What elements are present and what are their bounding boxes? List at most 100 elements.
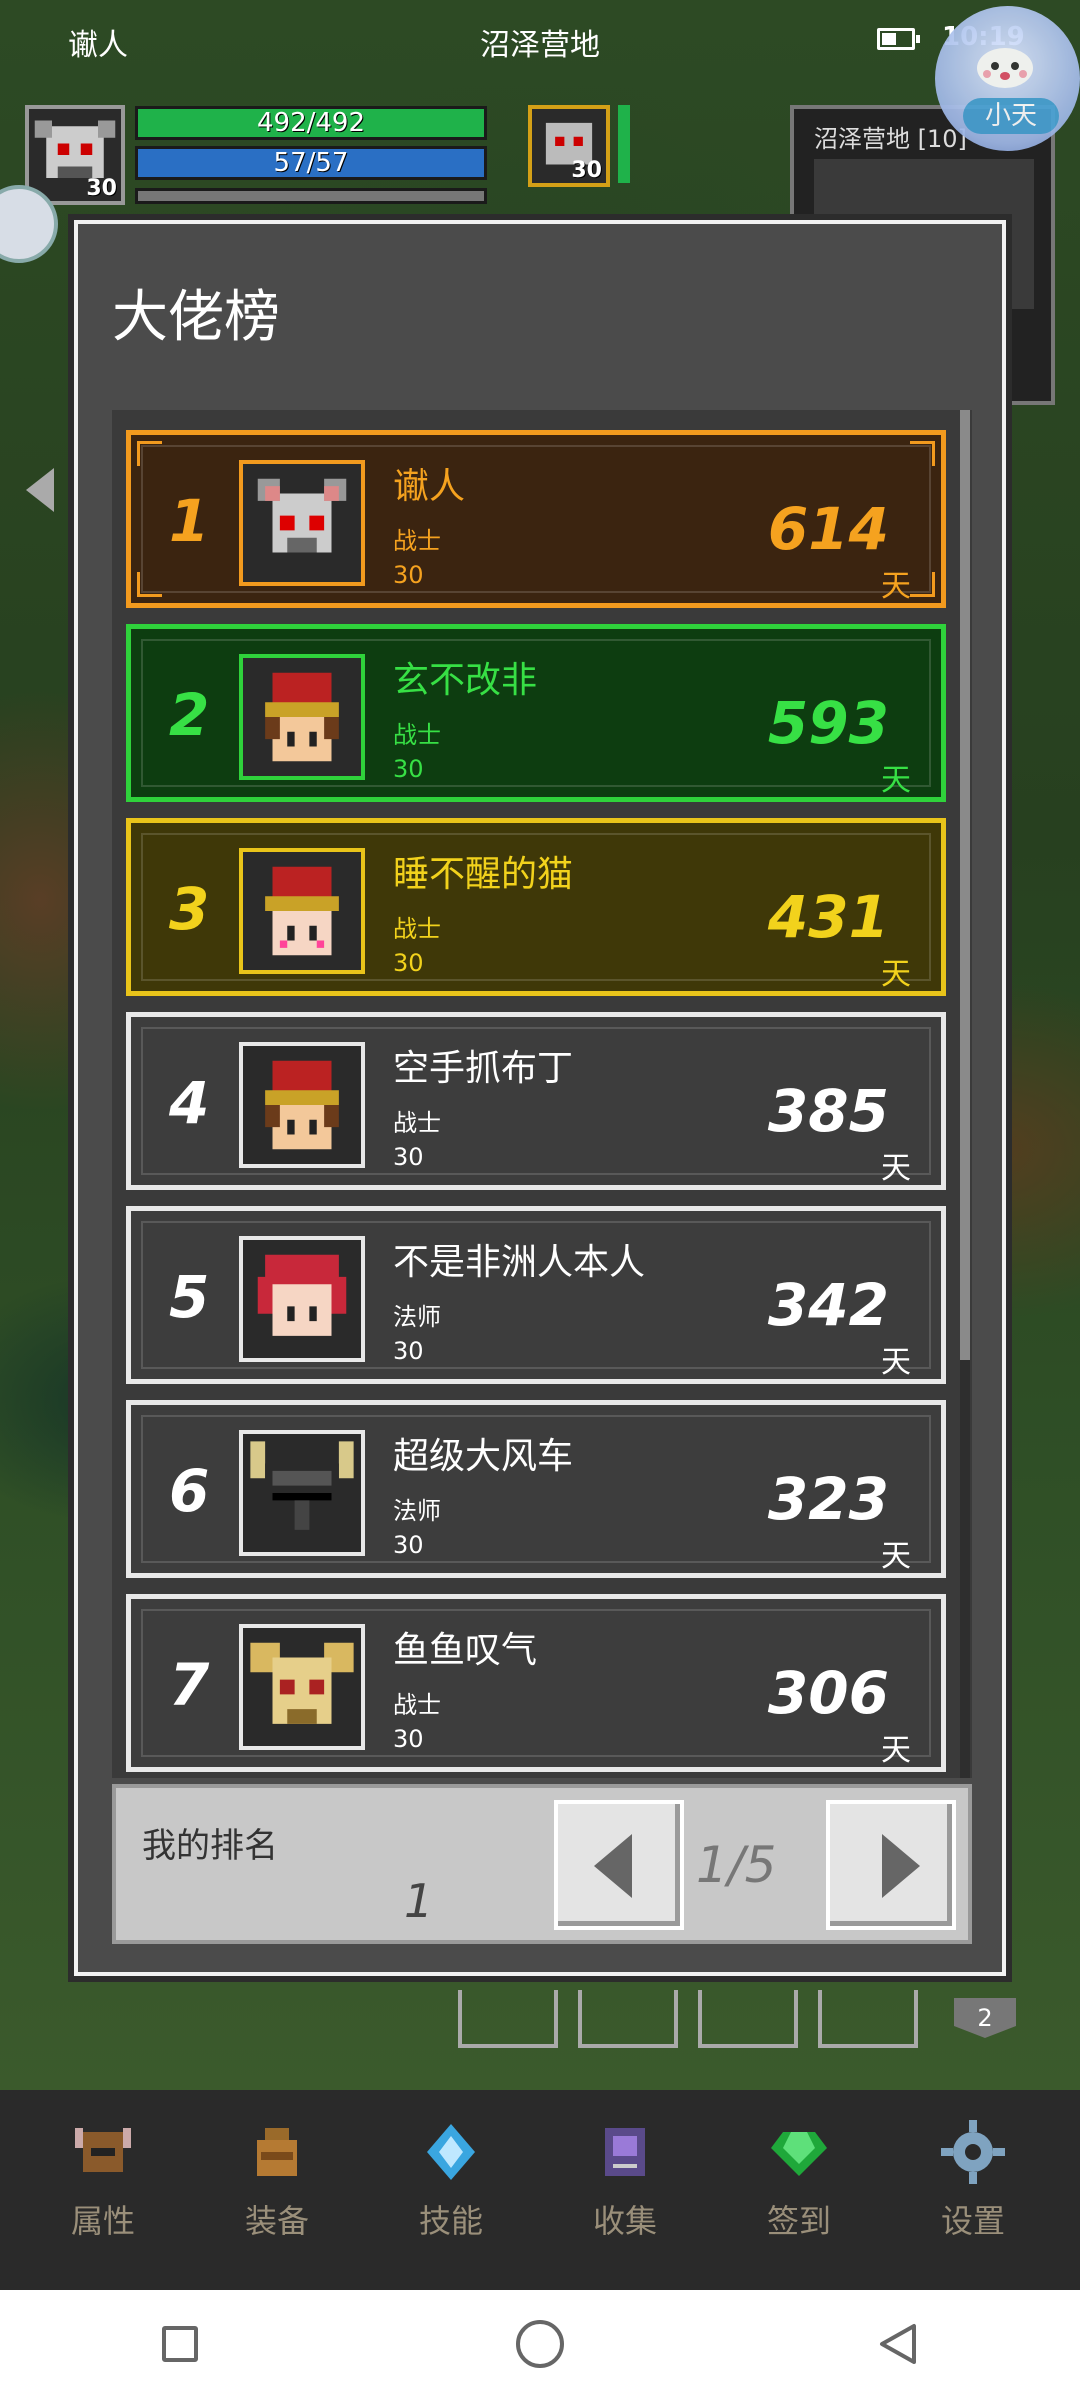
rank-number: 1 bbox=[169, 487, 210, 555]
dialog-title: 大佬榜 bbox=[112, 285, 280, 350]
horned-helmet-avatar-icon bbox=[250, 1441, 354, 1538]
days-count: 342 bbox=[767, 1271, 889, 1339]
player-name: 玄不改非 bbox=[393, 660, 538, 701]
bag-icon bbox=[257, 2128, 297, 2176]
golden-winged-helmet-avatar-icon bbox=[250, 1642, 354, 1724]
arrow-left-icon bbox=[594, 1834, 632, 1898]
nav-skills[interactable]: 技能 bbox=[376, 2120, 526, 2260]
nav-collection[interactable]: 收集 bbox=[550, 2120, 700, 2260]
battery-icon bbox=[877, 28, 920, 50]
player-avatar bbox=[239, 1236, 365, 1362]
leaderboard-row[interactable]: 6 超级大风车 法师 30 323 天 bbox=[126, 1400, 946, 1578]
nav-settings[interactable]: 设置 bbox=[898, 2120, 1048, 2260]
player-name: 睡不醒的猫 bbox=[393, 854, 574, 895]
quickbar-slot[interactable] bbox=[698, 1990, 798, 2048]
rank-number: 4 bbox=[169, 1069, 210, 1137]
next-page-button[interactable] bbox=[826, 1800, 956, 1930]
skill-gem-icon bbox=[427, 2124, 475, 2180]
assistant-face-icon bbox=[977, 48, 1033, 88]
days-count: 385 bbox=[767, 1077, 889, 1145]
xp-bar bbox=[135, 188, 487, 204]
days-count: 323 bbox=[767, 1465, 889, 1533]
player-avatar bbox=[239, 654, 365, 780]
nav-checkin[interactable]: 签到 bbox=[724, 2120, 874, 2260]
player-class: 战士 bbox=[393, 915, 441, 943]
days-unit: 天 bbox=[881, 1539, 911, 1574]
arrow-right-icon bbox=[882, 1834, 920, 1898]
left-arrow-icon[interactable] bbox=[26, 468, 54, 512]
leaderboard-row[interactable]: 3 睡不醒的猫 战士 30 431 天 bbox=[126, 818, 946, 996]
ornament-corner bbox=[137, 572, 162, 597]
nav-label: 技能 bbox=[418, 2202, 483, 2240]
days-unit: 天 bbox=[881, 1345, 911, 1380]
my-rank-label: 我的排名 bbox=[142, 1826, 278, 1866]
quickbar-slot[interactable] bbox=[578, 1990, 678, 2048]
target-hp-bar bbox=[618, 105, 630, 183]
ornament-corner bbox=[137, 441, 162, 466]
leaderboard-row[interactable]: 4 空手抓布丁 战士 30 385 天 bbox=[126, 1012, 946, 1190]
helmet-icon bbox=[75, 2128, 131, 2172]
prev-page-button[interactable] bbox=[554, 1800, 684, 1930]
nav-label: 收集 bbox=[592, 2202, 657, 2240]
days-unit: 天 bbox=[881, 957, 911, 992]
status-bar: 谳人 沼泽营地 10:19 bbox=[0, 0, 1080, 80]
leaderboard-row[interactable]: 5 不是非洲人本人 法师 30 342 天 bbox=[126, 1206, 946, 1384]
player-level: 30 bbox=[393, 1531, 424, 1559]
nav-equipment[interactable]: 装备 bbox=[202, 2120, 352, 2260]
leaderboard-row[interactable]: 7 鱼鱼叹气 战士 30 306 天 bbox=[126, 1594, 946, 1772]
leaderboard-list[interactable]: 1 谳人 战士 30 614 天 2 玄不改非 战士 30 593 天 3 睡不… bbox=[112, 410, 972, 1778]
scroll-thumb[interactable] bbox=[960, 410, 970, 1360]
minimap-label: 沼泽营地 [10] bbox=[814, 125, 967, 153]
player-class: 战士 bbox=[393, 1691, 441, 1719]
my-rank-value: 1 bbox=[404, 1874, 434, 1928]
player-name: 鱼鱼叹气 bbox=[393, 1630, 538, 1671]
nav-label: 属性 bbox=[70, 2202, 135, 2240]
quickbar-slot[interactable] bbox=[458, 1990, 558, 2048]
page-indicator: 1/5 bbox=[696, 1836, 777, 1894]
player-class: 战士 bbox=[393, 527, 441, 555]
nav-attributes[interactable]: 属性 bbox=[28, 2120, 178, 2260]
home-button[interactable] bbox=[516, 2320, 564, 2368]
target-portrait[interactable]: 30 bbox=[528, 105, 610, 187]
days-unit: 天 bbox=[881, 1151, 911, 1186]
quickbar-slot[interactable] bbox=[818, 1990, 918, 2048]
days-count: 614 bbox=[767, 495, 889, 563]
red-hat-warrior-avatar-icon bbox=[265, 1060, 339, 1150]
red-hair-mage-avatar-icon bbox=[257, 1254, 347, 1336]
days-count: 431 bbox=[767, 883, 889, 951]
player-class: 法师 bbox=[393, 1303, 441, 1331]
days-count: 306 bbox=[767, 1659, 889, 1727]
player-level: 30 bbox=[393, 949, 424, 977]
leaderboard-row[interactable]: 1 谳人 战士 30 614 天 bbox=[126, 430, 946, 608]
player-name: 空手抓布丁 bbox=[393, 1048, 574, 1089]
target-level: 30 bbox=[571, 158, 602, 183]
player-name: 谳人 bbox=[393, 466, 466, 507]
assistant-bubble[interactable]: 小天 bbox=[935, 6, 1080, 151]
days-unit: 天 bbox=[881, 569, 911, 604]
recent-apps-button[interactable] bbox=[162, 2326, 198, 2362]
player-portrait[interactable]: 30 bbox=[25, 105, 125, 205]
red-hat-warrior-avatar-icon bbox=[265, 672, 339, 762]
player-avatar bbox=[239, 1624, 365, 1750]
leaderboard-row[interactable]: 2 玄不改非 战士 30 593 天 bbox=[126, 624, 946, 802]
nav-label: 签到 bbox=[766, 2202, 831, 2240]
nav-label: 设置 bbox=[940, 2202, 1005, 2240]
player-level: 30 bbox=[393, 755, 424, 783]
player-level: 30 bbox=[393, 561, 424, 589]
back-button[interactable] bbox=[876, 2322, 920, 2366]
emerald-icon bbox=[771, 2132, 827, 2176]
gear-icon bbox=[941, 2120, 1005, 2184]
mp-bar: 57/57 bbox=[135, 146, 487, 180]
assistant-label: 小天 bbox=[963, 98, 1059, 134]
player-avatar bbox=[239, 460, 365, 586]
scrollbar[interactable] bbox=[960, 410, 970, 1778]
player-level: 30 bbox=[393, 1725, 424, 1753]
days-unit: 天 bbox=[881, 763, 911, 798]
player-name: 超级大风车 bbox=[393, 1436, 574, 1477]
player-class: 战士 bbox=[393, 721, 441, 749]
ornament-corner bbox=[910, 572, 935, 597]
ornament-corner bbox=[910, 441, 935, 466]
bottom-nav: 属性 装备 技能 收集 签到 设置 bbox=[0, 2090, 1080, 2290]
player-name: 不是非洲人本人 bbox=[393, 1242, 646, 1283]
collection-icon bbox=[605, 2128, 645, 2176]
